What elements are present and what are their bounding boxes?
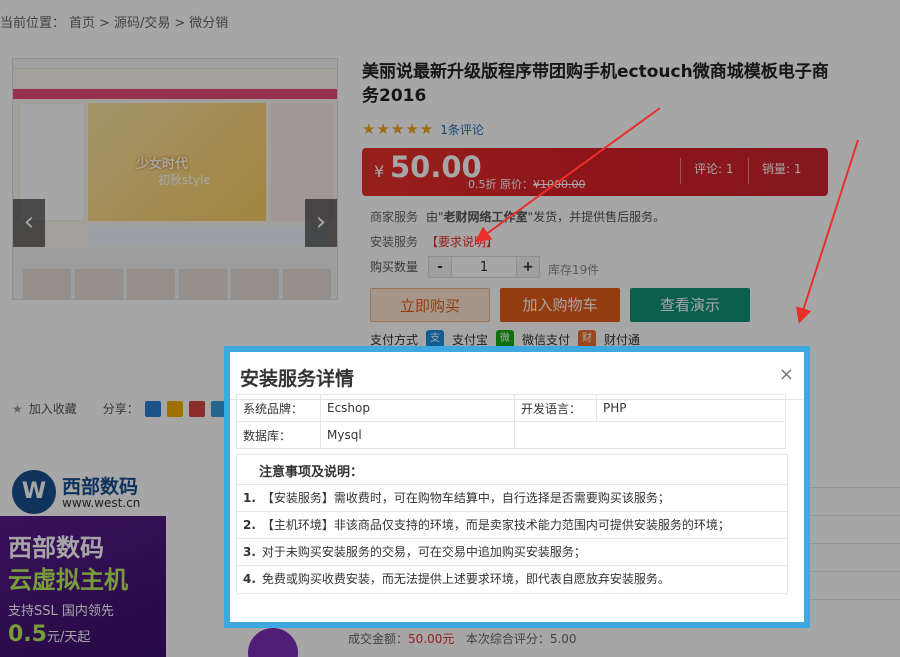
- notes-section: 注意事项及说明： 1. 【安装服务】需收费时，可在购物车结算中，自行选择是否需要购…: [236, 454, 788, 594]
- table-row: 系统品牌： Ecshop 开发语言： PHP: [236, 394, 786, 422]
- close-icon[interactable]: ×: [779, 364, 794, 385]
- notes-title: 注意事项及说明：: [237, 455, 787, 485]
- table-row: 数据库： Mysql: [236, 421, 786, 449]
- page: 当前位置： 首页 > 源码/交易 > 微分销 少女时代 初秋style ‹ › 美丽说最新升…: [0, 0, 900, 657]
- install-service-dialog: 安装服务详情 × 系统品牌： Ecshop 开发语言： PHP 数据库： Mys…: [224, 346, 810, 628]
- install-info-table: 系统品牌： Ecshop 开发语言： PHP 数据库： Mysql: [236, 394, 786, 449]
- note-item: 1. 【安装服务】需收费时，可在购物车结算中，自行选择是否需要购买该服务；: [237, 485, 787, 512]
- note-item: 2. 【主机环境】非该商品仅支持的环境，而是卖家技术能力范围内可提供安装服务的环境…: [237, 512, 787, 539]
- note-item: 3. 对于未购买安装服务的交易，可在交易中追加购买安装服务；: [237, 539, 787, 566]
- dialog-title: 安装服务详情: [240, 368, 355, 390]
- note-item: 4. 免费或购买收费安装，而无法提供上述要求环境，即代表自愿放弃安装服务。: [243, 572, 670, 586]
